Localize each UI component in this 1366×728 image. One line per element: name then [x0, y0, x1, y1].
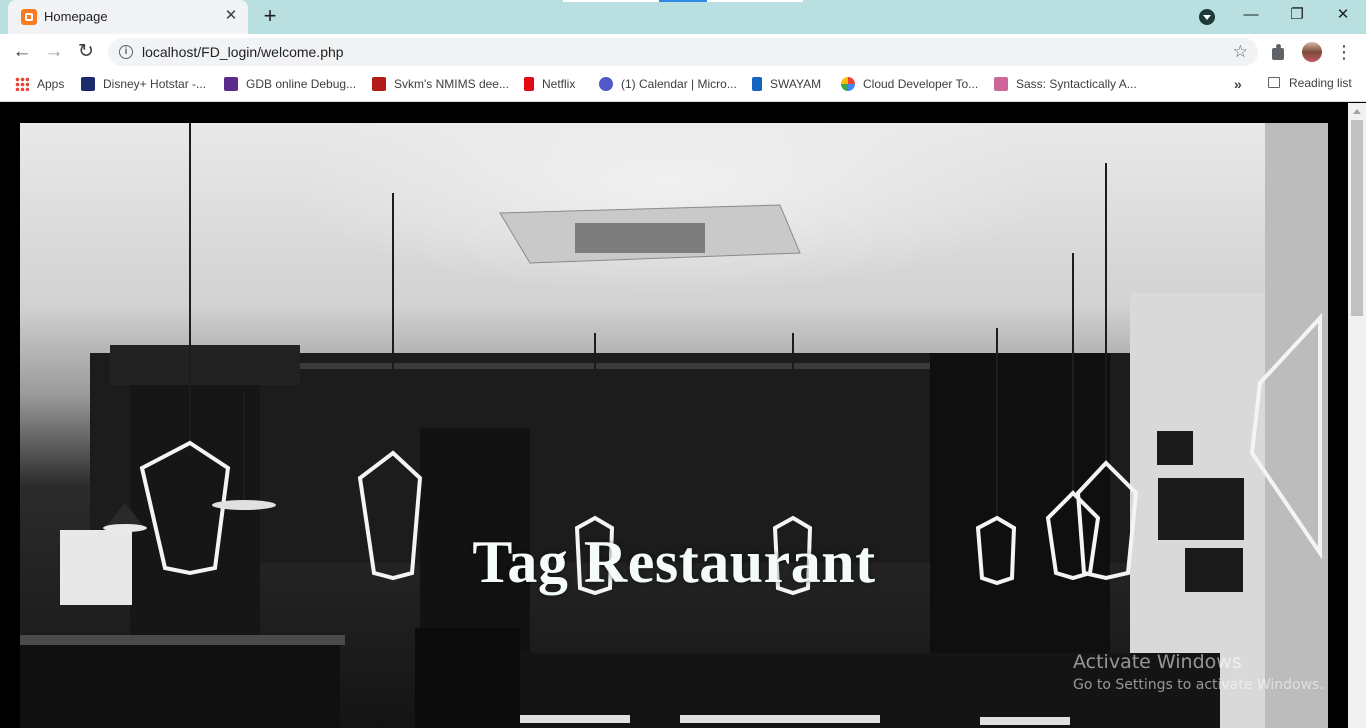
- page-viewport: Tag Restaurant: [0, 103, 1348, 728]
- bookmark-sass[interactable]: Sass: Syntactically A...: [994, 76, 1137, 96]
- bookmark-netflix[interactable]: Netflix: [524, 76, 575, 96]
- tab-strip: Homepage ✕ + — ❐ ✕: [0, 0, 1366, 34]
- bookmark-calendar[interactable]: (1) Calendar | Micro...: [599, 76, 737, 96]
- watermark-subtitle: Go to Settings to activate Windows.: [1073, 677, 1324, 693]
- tab-strip-highlight: [563, 0, 659, 2]
- reading-list-button[interactable]: Reading list: [1268, 76, 1352, 90]
- sass-icon: [994, 77, 1008, 91]
- bookmark-label: Svkm's NMIMS dee...: [394, 77, 509, 91]
- new-tab-button[interactable]: +: [258, 5, 282, 29]
- scroll-up-arrow-icon[interactable]: [1353, 109, 1361, 114]
- restore-button[interactable]: ❐: [1274, 0, 1320, 34]
- google-cloud-icon: [841, 77, 855, 91]
- bookmark-apps[interactable]: Apps: [15, 76, 64, 96]
- tab-strip-highlight: [707, 0, 803, 2]
- bookmark-label: Sass: Syntactically A...: [1016, 77, 1137, 91]
- forward-button[interactable]: →: [40, 38, 68, 66]
- reading-list-label: Reading list: [1289, 76, 1352, 90]
- restaurant-interior-photo: [20, 123, 1328, 728]
- browser-menu-icon[interactable]: ⋮: [1334, 40, 1354, 64]
- tab-strip-highlight-blue: [659, 0, 707, 2]
- address-bar[interactable]: i localhost/FD_login/welcome.php ☆: [108, 38, 1258, 66]
- hero-title: Tag Restaurant: [472, 529, 876, 595]
- url-text[interactable]: localhost/FD_login/welcome.php: [142, 44, 344, 60]
- reload-button[interactable]: ↻: [72, 38, 100, 66]
- window-close-button[interactable]: ✕: [1320, 0, 1366, 34]
- netflix-icon: [524, 77, 534, 91]
- tab-homepage[interactable]: Homepage ✕: [8, 0, 248, 34]
- tab-title: Homepage: [44, 9, 108, 24]
- bookmark-star-icon[interactable]: ☆: [1233, 42, 1248, 62]
- bookmark-label: (1) Calendar | Micro...: [621, 77, 737, 91]
- bookmark-label: Cloud Developer To...: [863, 77, 979, 91]
- tab-close-icon[interactable]: ✕: [222, 7, 240, 25]
- activate-windows-watermark: Activate Windows Go to Settings to activ…: [1073, 651, 1324, 693]
- teams-icon: [599, 77, 613, 91]
- bookmark-nmims[interactable]: Svkm's NMIMS dee...: [372, 76, 509, 96]
- bookmark-label: GDB online Debug...: [246, 77, 357, 91]
- hero-image: Tag Restaurant: [20, 123, 1328, 728]
- bookmark-hotstar[interactable]: Disney+ Hotstar -...: [81, 76, 206, 96]
- bookmarks-overflow-chevron[interactable]: »: [1234, 76, 1242, 92]
- minimize-button[interactable]: —: [1228, 0, 1274, 34]
- watermark-title: Activate Windows: [1073, 651, 1242, 673]
- bookmark-gdb[interactable]: GDB online Debug...: [224, 76, 356, 96]
- xampp-icon: [21, 9, 37, 25]
- hotstar-icon: [81, 77, 95, 91]
- back-button[interactable]: ←: [8, 38, 36, 66]
- bookmark-label: SWAYAM: [770, 77, 822, 91]
- scrollbar-thumb[interactable]: [1351, 120, 1363, 316]
- tab-search-icon[interactable]: [1199, 9, 1215, 25]
- bookmark-label: Disney+ Hotstar -...: [103, 77, 207, 91]
- bookmark-cloud[interactable]: Cloud Developer To...: [841, 76, 978, 96]
- nmims-icon: [372, 77, 386, 91]
- bookmark-label: Netflix: [542, 77, 576, 91]
- swayam-icon: [752, 77, 762, 91]
- apps-grid-icon: [15, 77, 29, 91]
- page-scrollbar[interactable]: [1348, 103, 1366, 728]
- gdb-icon: [224, 77, 238, 91]
- extensions-puzzle-icon[interactable]: [1269, 43, 1289, 63]
- site-info-icon[interactable]: i: [119, 45, 133, 59]
- reading-list-icon: [1268, 77, 1280, 88]
- bookmark-swayam[interactable]: SWAYAM: [752, 76, 821, 96]
- bookmark-label: Apps: [37, 77, 65, 91]
- profile-avatar[interactable]: [1302, 42, 1322, 62]
